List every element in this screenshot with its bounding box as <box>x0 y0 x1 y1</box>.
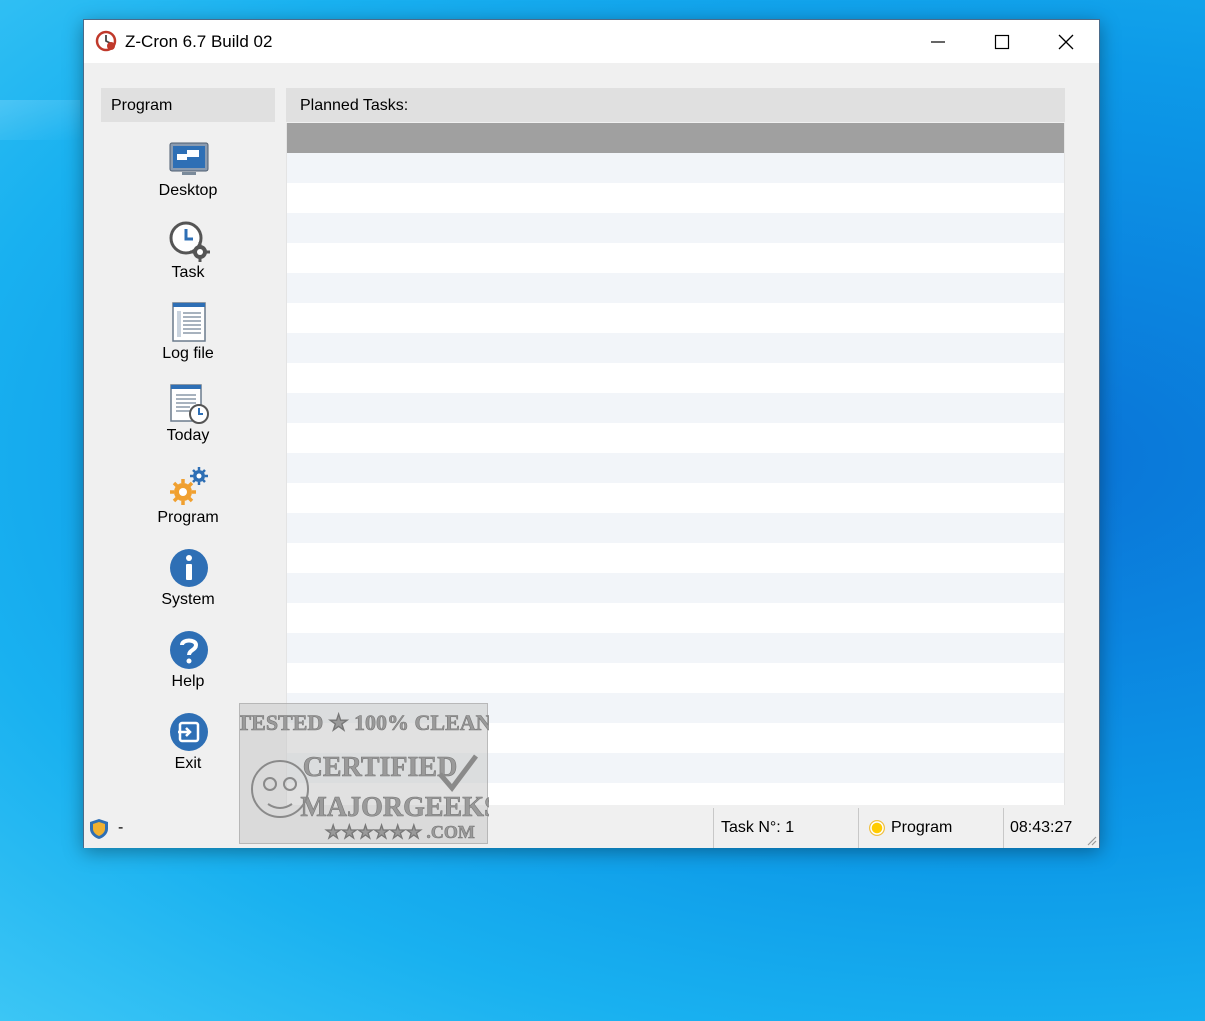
sidebar-item-label: Program <box>157 509 219 526</box>
planned-tasks-header: Planned Tasks: <box>286 88 1065 122</box>
status-mode-label: Program <box>891 819 953 836</box>
sidebar-item-system[interactable]: System <box>101 541 275 619</box>
sidebar-item-task[interactable]: Task <box>101 214 275 292</box>
maximize-button[interactable] <box>970 20 1034 63</box>
sidebar-item-label: Task <box>171 264 205 281</box>
status-mode: Program <box>858 808 1003 848</box>
grid-column-header[interactable] <box>287 123 1064 153</box>
log-file-icon <box>172 302 206 342</box>
task-clock-gear-icon <box>169 221 210 262</box>
status-shield-text: - <box>118 819 124 836</box>
status-bar: - Task N°: 1 Program 08:43:27 <box>84 806 1099 848</box>
sidebar-item-label: Help <box>171 673 205 690</box>
sidebar-item-desktop[interactable]: Desktop <box>101 132 275 210</box>
desktop-icon <box>169 142 209 175</box>
watermark-line-2: CERTIFIED <box>303 752 458 783</box>
sidebar-item-label: System <box>161 591 215 608</box>
title-bar[interactable]: Z-Cron 6.7 Build 02 <box>84 20 1099 63</box>
minimize-button[interactable] <box>906 20 970 63</box>
sidebar-item-label: Today <box>166 427 210 444</box>
info-icon <box>170 549 208 587</box>
watermark-line-3: MAJORGEEKS <box>300 792 489 823</box>
exit-icon <box>170 713 208 751</box>
minimize-icon <box>931 40 945 43</box>
z-cron-app-icon <box>95 30 117 52</box>
sidebar-item-program[interactable]: Program <box>101 459 275 537</box>
sidebar-item-label: Desktop <box>158 182 218 199</box>
maximize-icon <box>994 34 1010 49</box>
program-gears-icon <box>170 467 208 505</box>
status-indicator-icon <box>869 820 885 836</box>
status-task-count: Task N°: 1 <box>713 808 858 848</box>
resize-grip-icon[interactable] <box>1085 834 1097 846</box>
sidebar-header: Program <box>101 88 275 122</box>
window-title: Z-Cron 6.7 Build 02 <box>125 32 273 51</box>
today-calendar-icon <box>170 384 209 424</box>
sidebar-item-today[interactable]: Today <box>101 377 275 455</box>
desktop-light-streak <box>0 100 80 140</box>
sidebar-item-label: Log file <box>162 345 214 362</box>
sidebar-item-help[interactable]: Help <box>101 623 275 701</box>
watermark-mascot-icon <box>251 760 309 818</box>
close-icon <box>1058 34 1074 49</box>
app-window: Z-Cron 6.7 Build 02 Program Desktop Task… <box>83 19 1100 848</box>
shield-icon[interactable] <box>88 818 110 840</box>
watermark-line-4: ★★★★★★ .COM <box>325 822 475 842</box>
help-icon <box>170 631 208 669</box>
watermark-badge: TESTED ★ 100% CLEAN CERTIFIED MAJORGEEKS… <box>240 710 489 843</box>
watermark-line-1: TESTED ★ 100% CLEAN <box>240 710 489 735</box>
close-button[interactable] <box>1034 20 1098 63</box>
majorgeeks-watermark: TESTED ★ 100% CLEAN CERTIFIED MAJORGEEKS… <box>239 703 489 844</box>
sidebar-item-log-file[interactable]: Log file <box>101 295 275 373</box>
